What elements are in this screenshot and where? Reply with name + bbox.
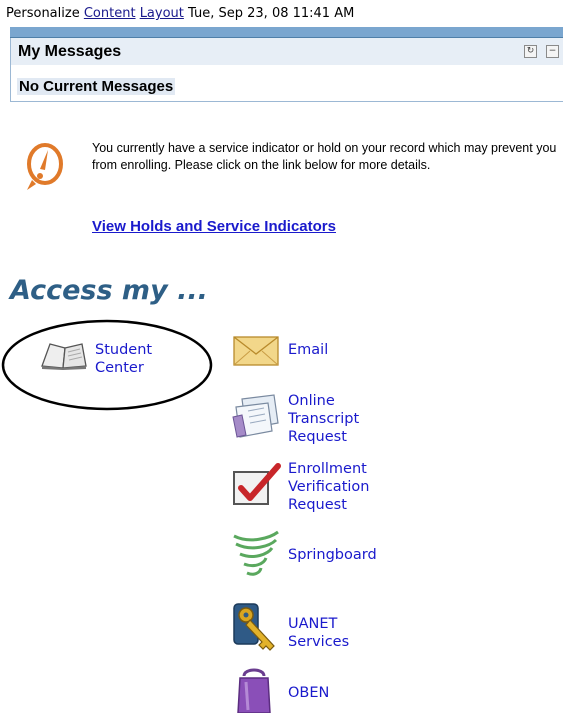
exclamation-warning-icon [27, 143, 63, 190]
my-messages-portlet: My Messages ↻ − No Current Messages [10, 27, 563, 102]
layout-link[interactable]: Layout [140, 6, 184, 21]
hold-notice-text: You currently have a service indicator o… [92, 141, 557, 172]
oben-link[interactable]: OBEN [288, 684, 329, 702]
portlet-body: No Current Messages [10, 65, 563, 102]
minimize-icon[interactable]: − [546, 45, 559, 58]
email-link[interactable]: Email [288, 341, 328, 359]
portlet-header: My Messages ↻ − [10, 38, 563, 65]
springboard-link[interactable]: Springboard [288, 546, 377, 564]
enrollment-verification-link[interactable]: Enrollment Verification Request [288, 460, 369, 514]
content-link[interactable]: Content [84, 6, 136, 21]
portlet-title: My Messages [18, 43, 122, 60]
personalize-label: Personalize [6, 6, 80, 21]
top-bar: Personalize Content Layout Tue, Sep 23, … [6, 6, 354, 21]
envelope-icon[interactable] [232, 334, 280, 368]
online-transcript-link[interactable]: Online Transcript Request [288, 392, 359, 446]
student-center-link[interactable]: Student Center [95, 341, 152, 377]
transcript-icon[interactable] [230, 393, 282, 441]
checkbox-icon[interactable] [232, 462, 282, 508]
datetime-text: Tue, Sep 23, 08 11:41 AM [188, 6, 355, 21]
portlet-band [10, 27, 563, 38]
spring-icon[interactable] [230, 528, 282, 580]
key-icon[interactable] [230, 600, 282, 652]
access-heading: Access my ... [10, 275, 208, 306]
book-icon[interactable] [38, 340, 90, 370]
view-holds-link[interactable]: View Holds and Service Indicators [92, 218, 336, 235]
uanet-services-link[interactable]: UANET Services [288, 615, 349, 651]
purple-bag-icon[interactable] [236, 666, 272, 713]
no-messages-text: No Current Messages [17, 78, 176, 95]
refresh-icon[interactable]: ↻ [524, 45, 537, 58]
